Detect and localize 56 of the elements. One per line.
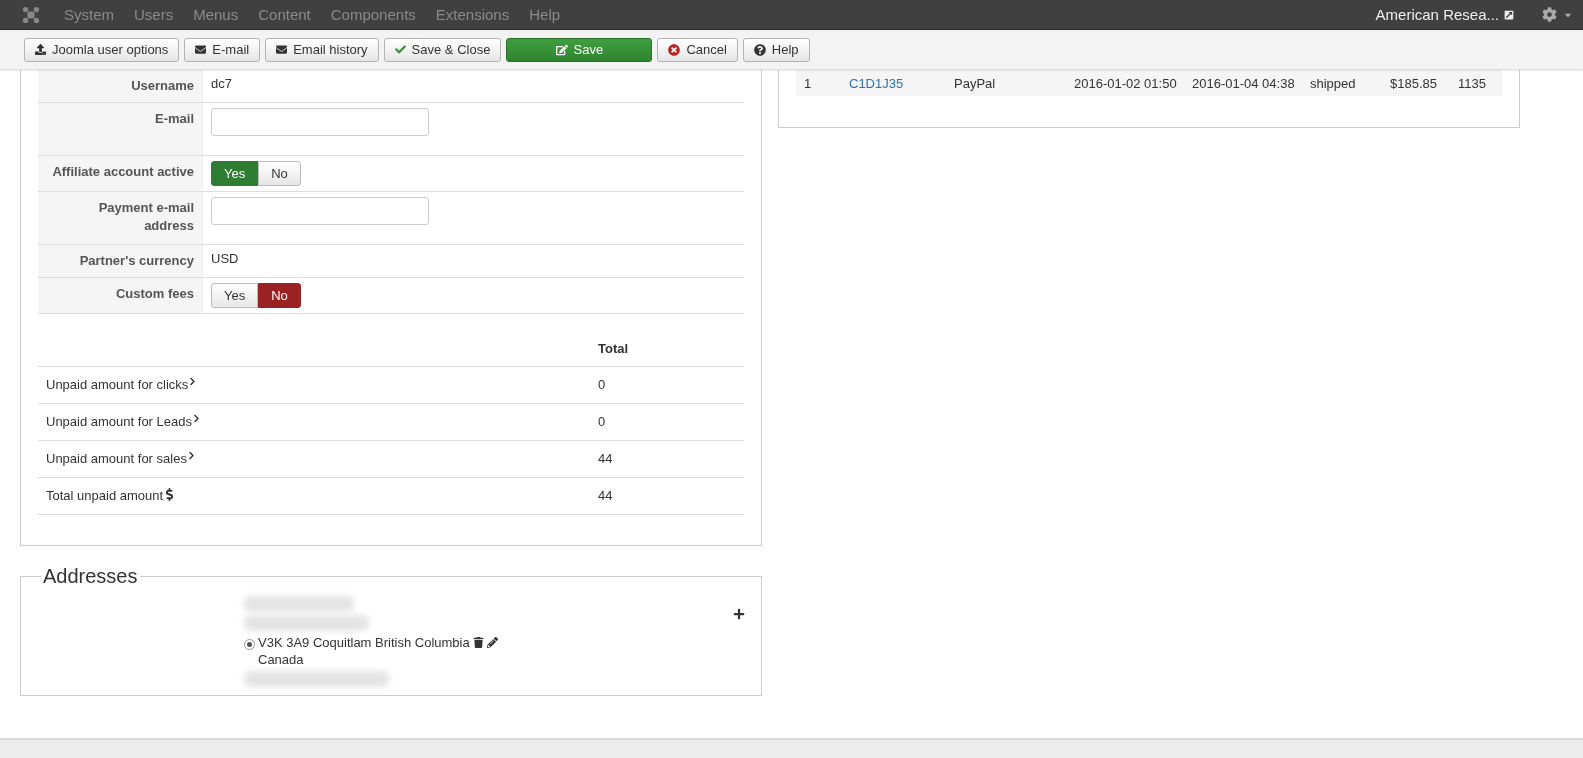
help-icon (753, 43, 766, 56)
toolbar-button[interactable]: E-mail (184, 37, 261, 62)
table-cell: Total unpaid amount (46, 488, 164, 503)
chevron-right-icon (188, 377, 198, 386)
table-cell-text: $185.85 (1390, 75, 1438, 91)
field-label: Payment e-mail address (38, 192, 203, 245)
table-cell-text: 2016-01-02 01:50 (1074, 75, 1178, 91)
toolbar-button[interactable]: Joomla user options (24, 37, 180, 62)
upload-icon (35, 44, 46, 55)
toggle-option[interactable]: Yes (211, 161, 259, 186)
field-label: Custom fees (38, 278, 203, 314)
site-link[interactable]: American Resea... (1375, 6, 1514, 23)
toolbar-button[interactable]: Cancel (657, 37, 738, 62)
toolbar-button[interactable]: Email history (265, 37, 379, 62)
table-cell: Unpaid amount for Leads (46, 414, 192, 429)
section-title: Addresses (42, 565, 139, 588)
envelope-icon (276, 44, 288, 55)
column-header: Total (590, 333, 744, 367)
table-cell-text: 1135 (1458, 75, 1487, 91)
table-cell: Unpaid amount for clicks (46, 377, 189, 392)
checkmark-icon (394, 44, 406, 55)
input-field[interactable] (211, 197, 429, 225)
toolbar-button[interactable]: Save & Close (383, 37, 502, 62)
table-cell-text: 2016-01-04 04:38 (1192, 75, 1296, 91)
table-cell: 44 (598, 451, 613, 466)
table-cell: 0 (598, 414, 606, 429)
joomla-logo-icon[interactable] (22, 5, 40, 24)
field-value: dc7 (211, 76, 232, 91)
field-label: Affiliate account active (38, 156, 203, 192)
toggle-option[interactable]: Yes (211, 283, 259, 308)
chevron-right-icon (186, 451, 196, 460)
field-label: Username (38, 70, 203, 103)
toolbar-button[interactable]: Help (742, 37, 810, 62)
table-cell-text: PayPal (954, 75, 997, 91)
cancel-icon (668, 43, 681, 56)
table-cell: 44 (598, 488, 613, 503)
address-text: V3K 3A9 Coquitlam British Columbia Canada (258, 634, 470, 668)
trash-icon[interactable] (472, 637, 484, 648)
add-icon[interactable] (733, 608, 745, 620)
table-cell: 0 (598, 377, 606, 392)
order-link[interactable]: C1D1J35 (849, 75, 954, 91)
field-label: Partner's currency (38, 245, 203, 278)
table-cell-text: 1 (804, 75, 813, 91)
envelope-icon (195, 44, 207, 55)
input-field[interactable] (211, 108, 429, 136)
save-button[interactable]: Save (506, 37, 653, 62)
table-cell-text: shipped (1310, 75, 1357, 91)
settings-icon[interactable] (1542, 7, 1573, 22)
table-cell: Unpaid amount for sales (46, 451, 187, 466)
field-label: E-mail (38, 103, 203, 156)
pencil-icon[interactable] (486, 637, 498, 648)
field-value: USD (211, 251, 239, 266)
external-link-icon (1504, 9, 1514, 20)
toggle-option[interactable]: No (258, 161, 301, 186)
chevron-right-icon (192, 414, 201, 423)
toggle-option[interactable]: No (258, 283, 301, 308)
